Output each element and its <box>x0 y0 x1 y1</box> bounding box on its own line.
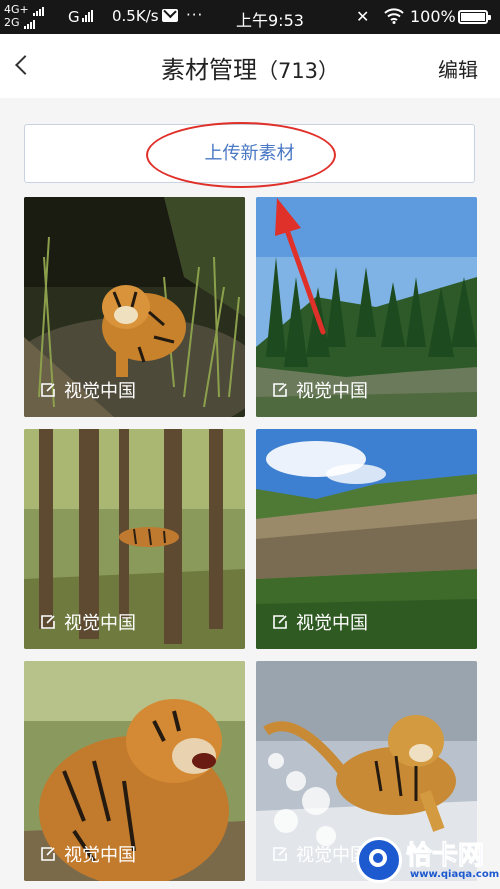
g-label: G <box>68 8 80 26</box>
app-header: 素材管理（713） 编辑 <box>0 34 500 98</box>
tile-caption: 视觉中国 <box>40 377 136 403</box>
signal-bars-icon <box>81 10 93 22</box>
edit-icon <box>273 615 287 629</box>
more-notifications: ··· <box>186 6 204 24</box>
network-type-top: 4G+ <box>4 3 29 16</box>
status-bar: 4G+ 2G G 0.5K/s ··· 上午9:53 ✕ 100% <box>0 0 500 34</box>
tile-label: 视觉中国 <box>296 613 368 634</box>
network-type-bottom: 2G <box>4 16 20 29</box>
signal-bars-icon <box>23 19 35 29</box>
tile-caption: 视觉中国 <box>40 609 136 635</box>
watermark-brand: 恰卡网 <box>405 841 485 872</box>
material-tile[interactable]: 视觉中国 <box>24 197 245 417</box>
battery-percent: 100% <box>410 7 456 26</box>
signal-bars-icon <box>32 6 44 16</box>
material-count: （713） <box>256 59 340 83</box>
edit-icon <box>41 383 55 397</box>
material-tile[interactable]: 视觉中国 <box>24 661 245 881</box>
watermark-logo-icon <box>356 837 402 883</box>
message-icon <box>162 9 178 22</box>
annotation-arrow-icon <box>275 198 326 335</box>
wifi-icon <box>384 8 404 24</box>
g-network: G <box>68 8 93 26</box>
annotation-circle <box>146 122 336 188</box>
material-grid: 视觉中国 视觉中国 视觉中国 视觉中国 视觉中国 视觉中国 <box>0 197 500 889</box>
edit-button[interactable]: 编辑 <box>438 54 478 83</box>
tile-label: 视觉中国 <box>64 845 136 866</box>
edit-icon <box>273 383 287 397</box>
edit-icon <box>41 847 55 861</box>
clock: 上午9:53 <box>236 11 304 30</box>
tile-label: 视觉中国 <box>64 613 136 634</box>
edit-icon <box>41 615 55 629</box>
edit-icon <box>273 847 287 861</box>
network-indicator: 4G+ 2G <box>4 3 44 29</box>
title-text: 素材管理 <box>160 56 257 84</box>
tile-label: 视觉中国 <box>64 381 136 402</box>
watermark-url: www.qiaqa.com <box>410 869 500 880</box>
tile-caption: 视觉中国 <box>40 841 136 867</box>
watermark-logo: 恰卡网 www.qiaqa.com <box>356 833 500 887</box>
page-title: 素材管理（713） <box>0 50 500 85</box>
mute-icon: ✕ <box>356 7 370 26</box>
tile-caption: 视觉中国 <box>272 609 368 635</box>
material-tile[interactable]: 视觉中国 <box>256 429 477 649</box>
tile-caption: 视觉中国 <box>272 841 368 867</box>
tile-label: 视觉中国 <box>296 381 368 402</box>
tile-caption: 视觉中国 <box>272 377 368 403</box>
material-tile[interactable]: 视觉中国 <box>24 429 245 649</box>
battery-icon <box>458 10 491 24</box>
network-speed: 0.5K/s <box>112 7 159 25</box>
